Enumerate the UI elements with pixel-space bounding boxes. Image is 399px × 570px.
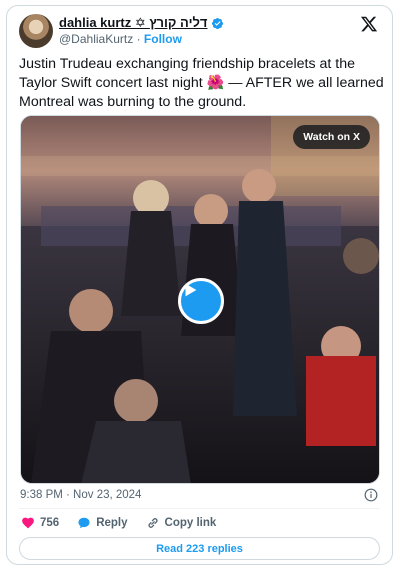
link-icon: [147, 518, 158, 528]
author-name-row: dahlia kurtz ✡ דליה קורץ: [59, 15, 224, 31]
reply-bubble-icon: [78, 517, 90, 529]
x-logo-icon[interactable]: [360, 15, 378, 33]
action-bar: 756 Reply Copy link: [21, 516, 234, 530]
copy-link-button[interactable]: Copy link: [146, 516, 217, 530]
hibiscus-emoji: 🌺: [206, 75, 225, 91]
timestamp[interactable]: 9:38 PM · Nov 23, 2024: [20, 489, 141, 501]
like-button[interactable]: 756: [21, 516, 59, 530]
play-icon: [185, 283, 197, 297]
avatar[interactable]: [19, 14, 53, 48]
author-display-name[interactable]: dahlia kurtz ✡ דליה קורץ: [59, 15, 208, 31]
watch-on-x-button[interactable]: Watch on X: [293, 125, 370, 149]
reply-label: Reply: [96, 517, 128, 529]
like-count: 756: [40, 517, 60, 529]
tweet-text: Justin Trudeau exchanging friendship bra…: [19, 55, 384, 112]
author-handle-row: @DahliaKurtz · Follow: [59, 32, 182, 46]
heart-icon: [22, 517, 34, 529]
separator-dot: ·: [136, 32, 141, 46]
verified-badge-icon: [211, 17, 223, 29]
read-replies-button[interactable]: Read 223 replies: [19, 537, 380, 560]
author-handle[interactable]: @DahliaKurtz: [59, 32, 133, 46]
tweet-card: dahlia kurtz ✡ דליה קורץ @DahliaKurtz · …: [6, 5, 393, 565]
copy-link-label: Copy link: [164, 517, 217, 529]
reply-button[interactable]: Reply: [77, 516, 128, 530]
info-icon[interactable]: [364, 488, 378, 502]
video-thumbnail[interactable]: Watch on X: [20, 115, 380, 484]
follow-button[interactable]: Follow: [144, 32, 182, 46]
divider: [19, 508, 380, 509]
play-button[interactable]: [178, 278, 224, 324]
